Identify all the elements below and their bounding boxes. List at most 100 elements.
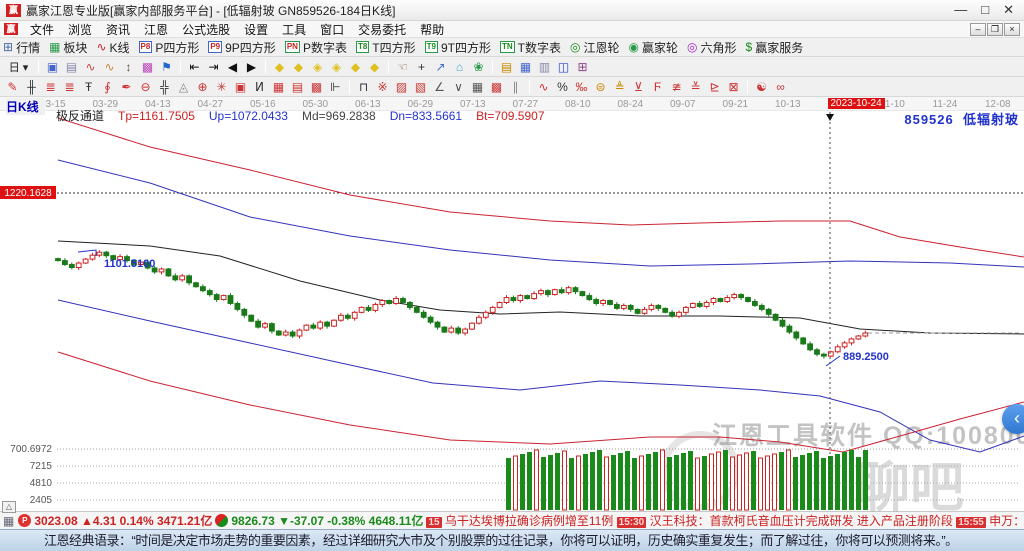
draw-tool-2-0-icon[interactable]: ∿ [535, 79, 553, 95]
draw-tool-0-0-icon[interactable]: ✎ [4, 79, 22, 95]
close-button[interactable]: ✕ [1003, 2, 1014, 18]
draw-tool-0-13-icon[interactable]: Ͷ [251, 79, 269, 95]
menu-item-5[interactable]: 设置 [237, 23, 275, 37]
draw-tool-0-17-icon[interactable]: ⊩ [327, 79, 345, 95]
toolbar-button-9T四方形[interactable]: T99T四方形 [425, 39, 491, 56]
menu-item-8[interactable]: 交易委托 [351, 23, 413, 37]
menu-item-4[interactable]: 公式选股 [175, 23, 237, 37]
view-tool-1-1-icon[interactable]: ▤ [63, 59, 81, 75]
draw-tool-0-1-icon[interactable]: ╫ [23, 79, 41, 95]
toolbar-button-9P四方形[interactable]: P99P四方形 [208, 39, 275, 56]
draw-tool-2-2-icon[interactable]: ‰ [573, 79, 591, 95]
view-tool-3-2-icon[interactable]: ◈ [309, 59, 327, 75]
draw-tool-1-0-icon[interactable]: ⊓ [355, 79, 373, 95]
draw-tool-2-7-icon[interactable]: ≇ [668, 79, 686, 95]
news-headline-0[interactable]: 乌干达埃博拉确诊病例增至11例 [442, 514, 617, 528]
mdi-minimize-button[interactable]: – [970, 23, 986, 36]
draw-tool-0-9-icon[interactable]: ◬ [175, 79, 193, 95]
view-tool-2-1-icon[interactable]: ⇥ [205, 59, 223, 75]
toolbar-button-板块[interactable]: ▦板块 [49, 39, 87, 56]
draw-tool-0-6-icon[interactable]: ✒ [118, 79, 136, 95]
shenzhen-index-quote[interactable]: 9826.73 ▼-37.07 -0.38% 4648.11亿 [231, 512, 423, 529]
mdi-restore-button[interactable]: ❐ [987, 23, 1003, 36]
view-tool-3-3-icon[interactable]: ◈ [328, 59, 346, 75]
view-tool-3-5-icon[interactable]: ◆ [366, 59, 384, 75]
view-tool-3-1-icon[interactable]: ◆ [290, 59, 308, 75]
view-tool-0-0-icon[interactable]: 日 ▾ [4, 59, 34, 75]
toolbar-button-P数字表[interactable]: PNP数字表 [285, 39, 347, 56]
shanghai-index-icon[interactable]: P [18, 514, 31, 527]
shanghai-index-quote[interactable]: 3023.08 ▲4.31 0.14% 3471.21亿 [34, 512, 212, 529]
draw-tool-0-15-icon[interactable]: ▤ [289, 79, 307, 95]
draw-tool-2-5-icon[interactable]: ⊻ [630, 79, 648, 95]
maximize-button[interactable]: □ [981, 2, 989, 18]
menu-item-9[interactable]: 帮助 [413, 23, 451, 37]
draw-tool-1-3-icon[interactable]: ▧ [412, 79, 430, 95]
view-tool-5-0-icon[interactable]: ▤ [498, 59, 516, 75]
draw-tool-0-3-icon[interactable]: ≣ [61, 79, 79, 95]
view-tool-1-2-icon[interactable]: ∿ [82, 59, 100, 75]
draw-tool-1-1-icon[interactable]: ※ [374, 79, 392, 95]
draw-tool-2-6-icon[interactable]: Ϝ [649, 79, 667, 95]
view-tool-3-4-icon[interactable]: ◆ [347, 59, 365, 75]
draw-tool-2-1-icon[interactable]: % [554, 79, 572, 95]
view-tool-5-4-icon[interactable]: ⊞ [574, 59, 592, 75]
toolbar-button-T四方形[interactable]: T8T四方形 [356, 39, 416, 56]
collapse-sidebar-button[interactable]: ‹ [1002, 404, 1024, 434]
draw-tool-1-6-icon[interactable]: ▦ [469, 79, 487, 95]
view-tool-1-5-icon[interactable]: ▩ [139, 59, 157, 75]
view-tool-5-1-icon[interactable]: ▦ [517, 59, 535, 75]
mdi-close-button[interactable]: × [1004, 23, 1020, 36]
toolbar-button-P四方形[interactable]: P8P四方形 [139, 39, 200, 56]
view-tool-1-0-icon[interactable]: ▣ [44, 59, 62, 75]
kline-period-tab[interactable]: 日K线 [6, 98, 45, 115]
draw-tool-1-7-icon[interactable]: ▩ [488, 79, 506, 95]
view-tool-1-4-icon[interactable]: ↕ [120, 59, 138, 75]
draw-tool-1-5-icon[interactable]: ∨ [450, 79, 468, 95]
minimize-button[interactable]: — [954, 2, 967, 18]
expand-pane-button[interactable]: △ [2, 501, 16, 513]
view-tool-4-0-icon[interactable]: ☜ [394, 59, 412, 75]
draw-tool-0-5-icon[interactable]: ∮ [99, 79, 117, 95]
draw-tool-2-3-icon[interactable]: ⊜ [592, 79, 610, 95]
view-tool-3-0-icon[interactable]: ◆ [271, 59, 289, 75]
view-tool-4-3-icon[interactable]: ⌂ [451, 59, 469, 75]
view-tool-1-3-icon[interactable]: ∿ [101, 59, 119, 75]
draw-tool-0-16-icon[interactable]: ▩ [308, 79, 326, 95]
draw-tool-0-10-icon[interactable]: ⊕ [194, 79, 212, 95]
draw-tool-0-8-icon[interactable]: ╬ [156, 79, 174, 95]
draw-tool-0-11-icon[interactable]: ✳ [213, 79, 231, 95]
draw-tool-2-10-icon[interactable]: ⊠ [725, 79, 743, 95]
draw-tool-2-4-icon[interactable]: ≜ [611, 79, 629, 95]
toolbar-button-K线[interactable]: ∿K线 [96, 39, 129, 56]
toolbar-button-六角形[interactable]: ◎六角形 [687, 39, 737, 56]
view-tool-5-3-icon[interactable]: ◫ [555, 59, 573, 75]
view-tool-4-2-icon[interactable]: ↗ [432, 59, 450, 75]
draw-tool-1-8-icon[interactable]: ∥ [507, 79, 525, 95]
menu-item-1[interactable]: 浏览 [61, 23, 99, 37]
menu-item-2[interactable]: 资讯 [99, 23, 137, 37]
draw-tool-2-8-icon[interactable]: ≚ [687, 79, 705, 95]
shenzhen-index-icon[interactable] [215, 514, 228, 527]
draw-tool-2-9-icon[interactable]: ⊵ [706, 79, 724, 95]
draw-tool-3-1-icon[interactable]: ∞ [772, 79, 790, 95]
menu-item-6[interactable]: 工具 [275, 23, 313, 37]
draw-tool-0-4-icon[interactable]: Ŧ [80, 79, 98, 95]
view-tool-2-0-icon[interactable]: ⇤ [186, 59, 204, 75]
view-tool-1-6-icon[interactable]: ⚑ [158, 59, 176, 75]
menu-item-3[interactable]: 江恩 [137, 23, 175, 37]
menu-item-7[interactable]: 窗口 [313, 23, 351, 37]
draw-tool-0-2-icon[interactable]: ≣ [42, 79, 60, 95]
toolbar-button-行情[interactable]: ⊞行情 [3, 39, 40, 56]
view-tool-4-1-icon[interactable]: + [413, 59, 431, 75]
draw-tool-0-14-icon[interactable]: ▦ [270, 79, 288, 95]
draw-tool-1-4-icon[interactable]: ∠ [431, 79, 449, 95]
view-tool-5-2-icon[interactable]: ▥ [536, 59, 554, 75]
draw-tool-0-12-icon[interactable]: ▣ [232, 79, 250, 95]
keyboard-icon[interactable]: ▦ [3, 514, 14, 528]
view-tool-2-2-icon[interactable]: ◀ [224, 59, 242, 75]
draw-tool-0-7-icon[interactable]: ⊖ [137, 79, 155, 95]
menu-item-0[interactable]: 文件 [23, 23, 61, 37]
toolbar-button-赢家轮[interactable]: ◉赢家轮 [629, 39, 679, 56]
toolbar-button-T数字表[interactable]: TNT数字表 [500, 39, 561, 56]
